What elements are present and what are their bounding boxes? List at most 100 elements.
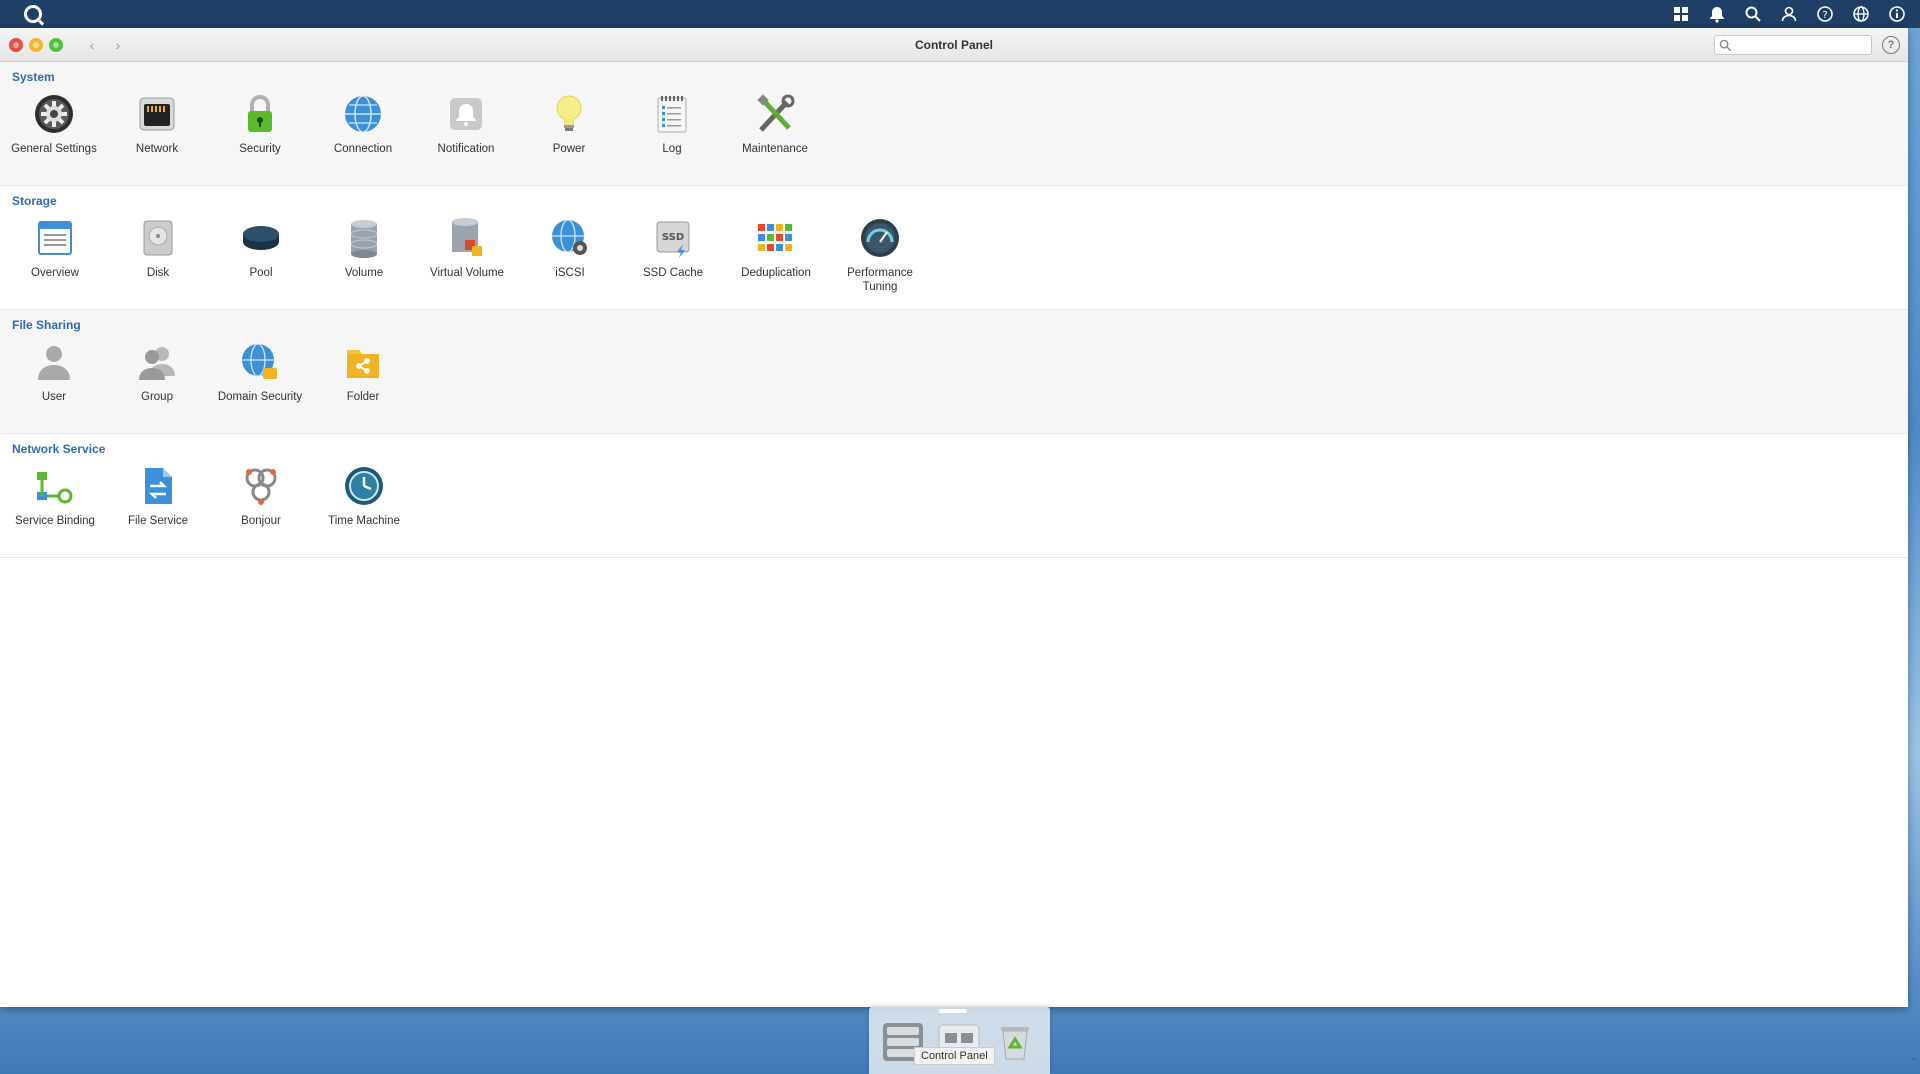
ssd-cache-item[interactable]: SSD SSD Cache [622, 216, 724, 280]
item-label: Group [141, 391, 173, 403]
deduplication-item[interactable]: Deduplication [725, 216, 827, 280]
item-label: Folder [346, 391, 380, 403]
general-settings-item[interactable]: General Settings [3, 92, 105, 156]
ssd-icon: SSD [656, 221, 690, 258]
item-label: Log [662, 143, 682, 155]
notification-bell-icon[interactable] [1706, 4, 1728, 24]
performance-tuning-item[interactable]: Performance Tuning [829, 216, 931, 294]
item-label: Notification [437, 143, 495, 155]
user-icon [38, 346, 70, 380]
item-label: Overview [31, 267, 79, 279]
item-label: Volume [344, 267, 384, 279]
language-globe-icon[interactable] [1850, 4, 1872, 24]
tools-icon [757, 94, 795, 132]
item-label: Pool [249, 267, 273, 279]
search-icon [1719, 39, 1732, 52]
globe-icon [345, 95, 381, 133]
help-icon[interactable]: ? [1814, 4, 1836, 24]
dock: Control Panel [869, 1007, 1050, 1074]
dock-tooltip: Control Panel [914, 1047, 995, 1065]
item-label: iSCSI [555, 267, 585, 279]
search-input[interactable] [1735, 37, 1867, 53]
iscsi-icon [552, 219, 587, 255]
item-label: Deduplication [741, 267, 811, 279]
pool-icon [243, 226, 279, 250]
item-label: Disk [146, 267, 170, 279]
control-panel-content: System General Settings Network Security… [0, 62, 1908, 1007]
lock-icon [248, 95, 272, 132]
iscsi-item[interactable]: iSCSI [519, 216, 621, 280]
info-icon[interactable] [1886, 4, 1908, 24]
network-item[interactable]: Network [106, 92, 208, 156]
item-label: Network [135, 143, 179, 155]
scroll-down-arrow-icon[interactable]: ⌄ [1908, 1052, 1920, 1064]
network-icon [139, 97, 175, 131]
security-item[interactable]: Security [209, 92, 311, 156]
app-logo-icon[interactable] [24, 5, 42, 23]
section-network-service: Network Service Service Binding File Ser… [0, 434, 1908, 558]
overview-item[interactable]: Overview [4, 216, 106, 280]
section-file-sharing: File Sharing User Group Domain Security … [0, 310, 1908, 434]
control-panel-window: ‹ › Control Panel ? System General Setti… [0, 28, 1908, 1007]
search-field[interactable] [1714, 35, 1872, 55]
gear-icon [35, 95, 73, 133]
top-bar-icons: ? [1670, 4, 1908, 24]
help-button[interactable]: ? [1882, 36, 1900, 54]
time-machine-item[interactable]: Time Machine [313, 464, 415, 528]
notification-item[interactable]: Notification [415, 92, 517, 156]
search-icon[interactable] [1742, 4, 1764, 24]
dock-active-indicator [939, 1009, 967, 1013]
section-storage: Storage Overview Disk Pool Volume Virtua… [0, 186, 1908, 310]
log-icon [657, 96, 687, 133]
virtual-volume-item[interactable]: Virtual Volume [416, 216, 518, 280]
service-binding-icon [37, 472, 73, 504]
window-titlebar[interactable]: ‹ › Control Panel ? [0, 28, 1908, 62]
disk-icon [143, 220, 173, 256]
group-item[interactable]: Group [106, 340, 208, 404]
item-label: Maintenance [742, 143, 808, 155]
item-label: Time Machine [328, 515, 400, 527]
section-title: Storage [12, 194, 57, 208]
domain-security-item[interactable]: Domain Security [209, 340, 311, 404]
volume-icon [350, 220, 378, 258]
item-label: Performance Tuning [847, 267, 913, 293]
user-icon[interactable] [1778, 4, 1800, 24]
apps-grid-icon[interactable] [1670, 4, 1692, 24]
item-label: Domain Security [217, 391, 303, 403]
service-binding-item[interactable]: Service Binding [4, 464, 106, 528]
item-label: Bonjour [241, 515, 281, 527]
svg-text:SSD: SSD [662, 232, 684, 243]
item-label: Service Binding [15, 515, 95, 527]
recycle-bin-dock-icon[interactable] [991, 1017, 1039, 1065]
window-title: Control Panel [914, 38, 993, 52]
item-label: User [41, 391, 67, 403]
log-item[interactable]: Log [621, 92, 723, 156]
file-service-item[interactable]: File Service [107, 464, 209, 528]
item-label: General Settings [11, 143, 97, 155]
item-label: Power [552, 143, 586, 155]
pool-item[interactable]: Pool [210, 216, 312, 280]
volume-item[interactable]: Volume [313, 216, 415, 280]
item-label: Virtual Volume [430, 267, 504, 279]
maintenance-item[interactable]: Maintenance [724, 92, 826, 156]
bonjour-icon [245, 468, 277, 505]
section-title: File Sharing [12, 318, 81, 332]
item-label: File Service [127, 515, 189, 527]
disk-item[interactable]: Disk [107, 216, 209, 280]
bonjour-item[interactable]: Bonjour [210, 464, 312, 528]
section-title: Network Service [12, 442, 106, 456]
item-label: Connection [333, 143, 393, 155]
user-item[interactable]: User [3, 340, 105, 404]
clock-icon [345, 467, 383, 505]
power-item[interactable]: Power [518, 92, 620, 156]
connection-item[interactable]: Connection [312, 92, 414, 156]
section-title: System [12, 70, 55, 84]
folder-item[interactable]: Folder [312, 340, 414, 404]
item-label: SSD Cache [642, 267, 704, 279]
file-service-icon [145, 468, 172, 504]
top-bar: ? [0, 0, 1920, 28]
group-icon [139, 347, 175, 380]
domain-icon [242, 343, 277, 379]
section-system: System General Settings Network Security… [0, 62, 1908, 186]
gauge-icon [861, 219, 899, 257]
